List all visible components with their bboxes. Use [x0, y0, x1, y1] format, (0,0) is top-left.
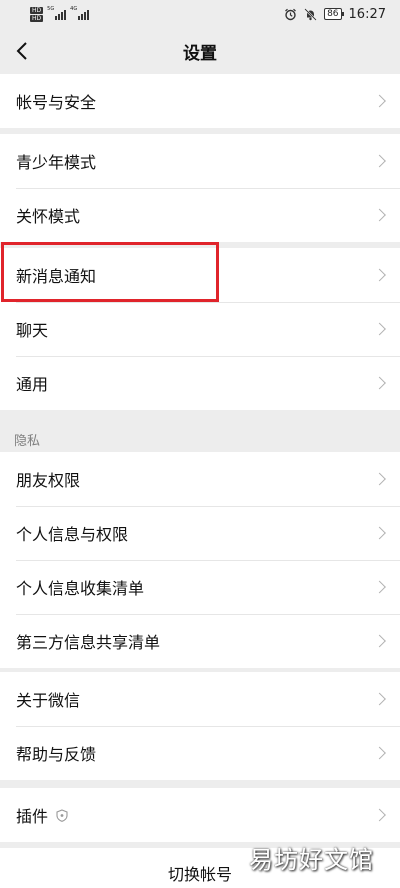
settings-item-account-security[interactable]: 帐号与安全: [0, 74, 400, 128]
shield-icon: [56, 808, 68, 822]
battery-icon: 86: [324, 8, 345, 20]
chevron-right-icon: [373, 808, 386, 822]
settings-item-personal-info-collection-list[interactable]: 个人信息收集清单: [0, 560, 400, 614]
settings-item-third-party-sharing-list[interactable]: 第三方信息共享清单: [0, 614, 400, 668]
chevron-right-icon: [373, 322, 386, 336]
clock: 16:27: [348, 6, 386, 22]
settings-item-label: 朋友权限: [16, 471, 81, 490]
settings-item-label: 个人信息与权限: [16, 525, 129, 544]
chevron-right-icon: [373, 746, 386, 760]
settings-item-label: 关怀模式: [16, 207, 81, 226]
back-button[interactable]: [12, 38, 32, 64]
hd-badges: HD HD: [30, 6, 44, 22]
switch-account-button[interactable]: 切换帐号: [168, 861, 232, 885]
hd-badge: HD: [30, 14, 44, 22]
signal-icon: 4G: [70, 6, 90, 20]
chevron-right-icon: [373, 154, 386, 168]
status-bar: HD HD 5G 4G 86 16:27: [0, 0, 400, 28]
settings-item-about-wechat[interactable]: 关于微信: [0, 672, 400, 726]
mute-bell-icon: [304, 7, 317, 21]
chevron-right-icon: [373, 634, 386, 648]
chevron-right-icon: [373, 268, 386, 282]
settings-item-help-feedback[interactable]: 帮助与反馈: [0, 726, 400, 780]
settings-group-general: 新消息通知 聊天 通用: [0, 248, 400, 410]
settings-group-account: 帐号与安全: [0, 74, 400, 128]
settings-item-label: 新消息通知: [16, 267, 97, 286]
chevron-right-icon: [373, 526, 386, 540]
settings-group-plugins: 插件: [0, 788, 400, 842]
settings-item-new-message-notification[interactable]: 新消息通知: [0, 248, 400, 302]
chevron-left-icon: [16, 42, 27, 60]
hd-badge: HD: [30, 6, 44, 14]
settings-item-label: 个人信息收集清单: [16, 579, 145, 598]
alarm-icon: [285, 8, 296, 20]
watermark: 易坊好文馆: [249, 846, 374, 874]
chevron-right-icon: [373, 692, 386, 706]
settings-item-personal-info-permissions[interactable]: 个人信息与权限: [0, 506, 400, 560]
settings-item-general[interactable]: 通用: [0, 356, 400, 410]
settings-item-friend-permissions[interactable]: 朋友权限: [0, 452, 400, 506]
chevron-right-icon: [373, 208, 386, 222]
settings-group-about: 关于微信 帮助与反馈: [0, 672, 400, 780]
chevron-right-icon: [373, 94, 386, 108]
page-title: 设置: [183, 43, 217, 64]
settings-item-plugins[interactable]: 插件: [0, 788, 400, 842]
settings-item-label: 插件: [16, 807, 49, 826]
settings-item-label: 帐号与安全: [16, 93, 97, 112]
settings-item-label: 青少年模式: [16, 153, 97, 172]
chevron-right-icon: [373, 580, 386, 594]
settings-item-label: 聊天: [16, 321, 49, 340]
settings-item-chat[interactable]: 聊天: [0, 302, 400, 356]
chevron-right-icon: [373, 472, 386, 486]
navigation-bar: 设置: [0, 28, 400, 74]
settings-item-care-mode[interactable]: 关怀模式: [0, 188, 400, 242]
settings-item-label: 关于微信: [16, 691, 81, 710]
status-right: 86 16:27: [284, 7, 386, 22]
chevron-right-icon: [373, 376, 386, 390]
settings-item-label: 第三方信息共享清单: [16, 633, 161, 652]
settings-group-modes: 青少年模式 关怀模式: [0, 134, 400, 242]
settings-item-label: 帮助与反馈: [16, 745, 97, 764]
settings-item-teen-mode[interactable]: 青少年模式: [0, 134, 400, 188]
section-label-privacy: 隐私: [14, 434, 41, 449]
signal-icon: 5G: [47, 6, 67, 20]
status-left: HD HD 5G 4G: [30, 6, 90, 22]
settings-item-label: 通用: [16, 375, 49, 394]
settings-group-privacy: 朋友权限 个人信息与权限 个人信息收集清单 第三方信息共享清单: [0, 452, 400, 668]
